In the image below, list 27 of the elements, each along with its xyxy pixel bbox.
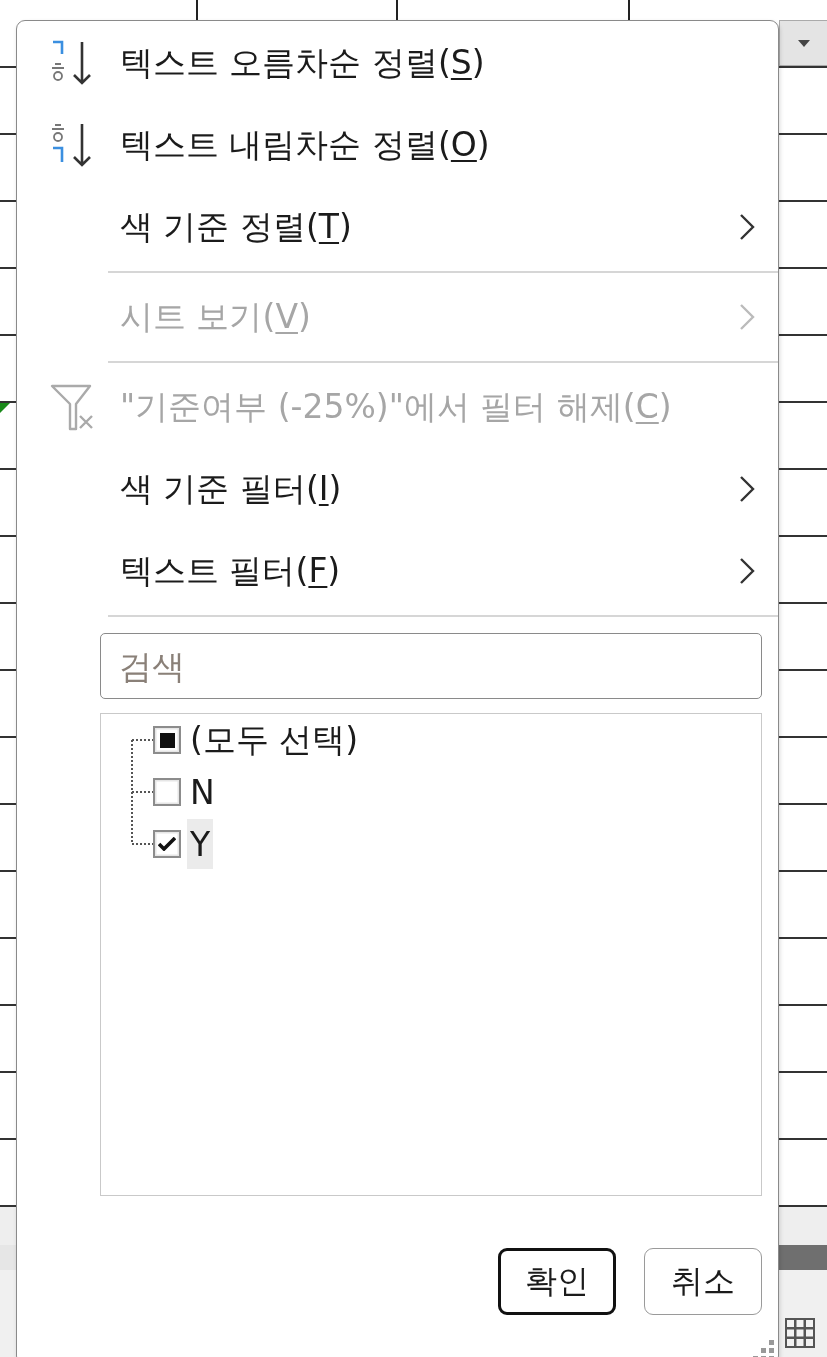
chevron-right-icon <box>739 557 755 585</box>
filter-dropdown-button[interactable] <box>779 20 827 66</box>
grid-view-icon[interactable] <box>785 1318 815 1348</box>
menu-item[interactable]: 색 기준 필터(I) <box>120 466 342 512</box>
chevron-right-icon <box>739 475 755 503</box>
clear-filter-icon <box>50 383 94 431</box>
checkbox[interactable] <box>153 726 181 754</box>
menu-item[interactable]: 텍스트 오름차순 정렬(S) <box>120 40 485 86</box>
scrollbar-thumb[interactable] <box>779 1245 827 1270</box>
checkbox-label[interactable]: (모두 선택) <box>187 715 362 765</box>
menu-item[interactable]: 텍스트 필터(F) <box>120 548 341 594</box>
search-field[interactable]: 검색 <box>100 633 762 699</box>
ok-button[interactable]: 확인 <box>498 1248 616 1315</box>
caret-down-icon <box>797 39 810 47</box>
cancel-button[interactable]: 취소 <box>644 1248 762 1315</box>
indeterminate-square-icon <box>159 732 175 748</box>
checkbox-label[interactable]: Y <box>187 819 214 869</box>
menu-item[interactable]: 색 기준 정렬(T) <box>120 204 352 250</box>
checkbox[interactable] <box>153 778 181 806</box>
chevron-right-icon <box>739 303 755 331</box>
checkbox-label[interactable]: N <box>187 767 218 817</box>
chevron-right-icon <box>739 213 755 241</box>
resize-grip-icon[interactable] <box>751 1338 775 1357</box>
checkbox[interactable] <box>153 830 181 858</box>
checkmark-icon <box>158 837 176 851</box>
error-indicator-icon <box>0 403 10 413</box>
menu-item[interactable]: 텍스트 내림차순 정렬(O) <box>120 122 490 168</box>
